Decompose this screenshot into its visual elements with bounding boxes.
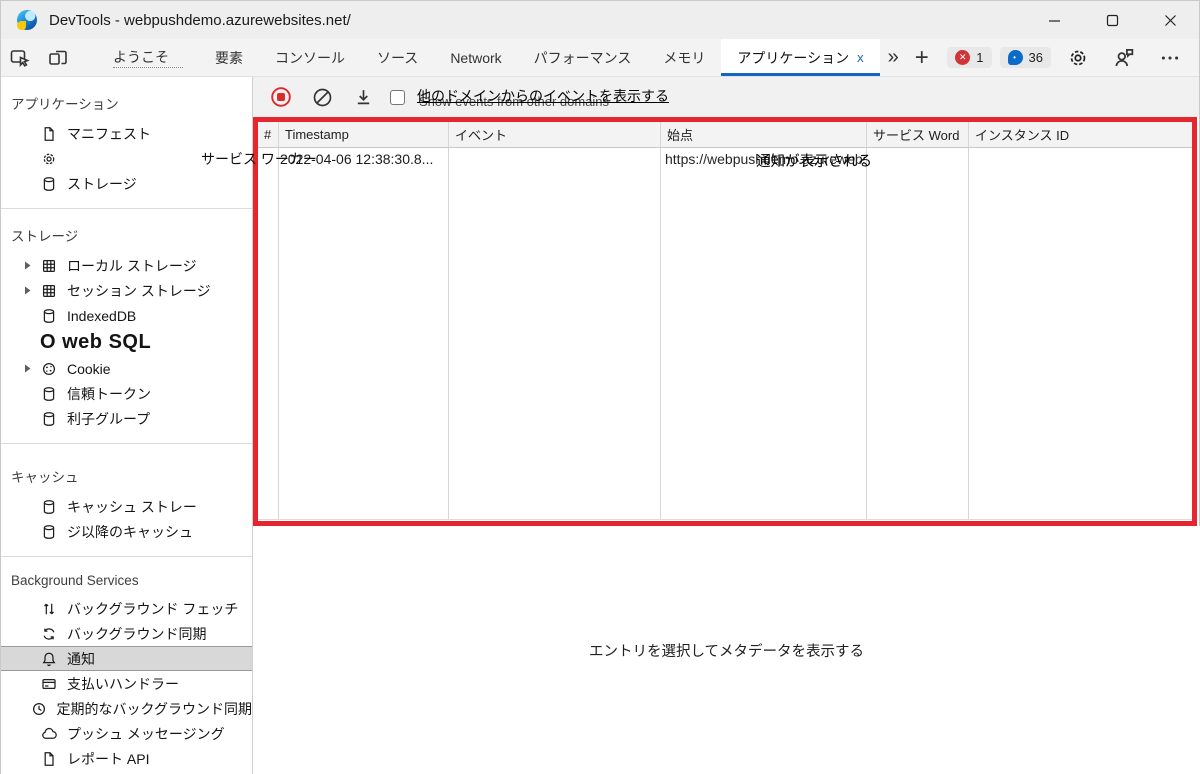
payment-card-icon <box>41 676 57 692</box>
notifications-panel: Show events from other domains 他のドメインからの… <box>253 77 1200 774</box>
application-panel-sidebar: アプリケーション マニフェスト ストレージ ストレージ ローカル ストレージ セ… <box>1 77 253 774</box>
settings-gear-icon[interactable] <box>1059 47 1097 69</box>
metadata-pane: エントリを選択してメタデータを表示する <box>253 526 1200 774</box>
sidebar-item-interest-groups[interactable]: 利子グループ <box>1 406 252 431</box>
clear-button[interactable] <box>312 87 333 108</box>
record-button[interactable] <box>270 86 292 108</box>
column-header-index[interactable]: # <box>258 122 279 147</box>
issues-count-badge[interactable]: • 36 <box>999 47 1051 68</box>
database-icon <box>41 411 57 427</box>
section-title: Background Services <box>11 573 139 588</box>
events-toolbar: Show events from other domains 他のドメインからの… <box>253 77 1199 117</box>
sidebar-item-cookies[interactable]: Cookie <box>1 356 252 381</box>
section-title: アプリケーション <box>11 97 119 112</box>
sidebar-item-session-storage[interactable]: セッション ストレージ <box>1 278 252 303</box>
tab-console[interactable]: コンソール <box>259 39 361 76</box>
sidebar-item-cache-storage[interactable]: キャッシュ ストレー <box>1 494 252 519</box>
chat-bubble-icon: • <box>1007 50 1023 65</box>
metadata-placeholder-text: エントリを選択してメタデータを表示する <box>588 643 865 660</box>
section-cache: キャッシュ キャッシュ ストレー ジ以降のキャッシュ <box>1 443 252 556</box>
close-button[interactable] <box>1141 1 1199 39</box>
document-icon <box>41 751 57 767</box>
show-other-domains-checkbox[interactable] <box>390 89 405 105</box>
section-application: アプリケーション マニフェスト ストレージ <box>1 77 252 208</box>
up-down-arrows-icon <box>41 601 57 617</box>
cloud-icon <box>41 726 57 742</box>
edge-logo-icon <box>17 10 37 30</box>
expand-triangle-icon[interactable] <box>23 364 41 373</box>
sidebar-item-indexeddb[interactable]: IndexedDB <box>1 303 252 328</box>
document-icon <box>41 126 57 142</box>
tab-elements[interactable]: 要素 <box>199 39 259 76</box>
sidebar-item-payment-handler[interactable]: 支払いハンドラー <box>1 671 252 696</box>
feedback-icon[interactable] <box>1105 47 1143 69</box>
table-grid-icon <box>41 258 57 274</box>
event-row-overlay-label: 通知が表示される <box>756 154 872 170</box>
sidebar-item-notifications[interactable]: 通知 <box>1 646 252 671</box>
inspect-element-icon[interactable] <box>1 39 39 76</box>
column-header-instance-id[interactable]: インスタンス ID <box>969 122 1192 147</box>
device-toolbar-icon[interactable] <box>39 39 77 76</box>
database-icon <box>41 176 57 192</box>
gear-icon <box>41 151 57 167</box>
sidebar-item-background-fetch[interactable]: バックグラウンド フェッチ <box>1 596 252 621</box>
tab-memory[interactable]: メモリ <box>647 39 721 76</box>
sidebar-item-local-storage[interactable]: ローカル ストレージ <box>1 253 252 278</box>
events-table-red-annotation: # Timestamp イベント 始点 サービス Word インスタンス ID … <box>253 117 1197 526</box>
sidebar-item-web-sql[interactable]: O web SQL <box>1 328 252 356</box>
more-options-icon[interactable] <box>1151 47 1189 69</box>
sidebar-item-background-sync[interactable]: バックグラウンド同期 <box>1 621 252 646</box>
column-header-origin[interactable]: 始点 <box>661 122 867 147</box>
sidebar-item-push-messaging[interactable]: プッシュ メッセージング <box>1 721 252 746</box>
sync-arrows-icon <box>41 626 57 642</box>
error-count-badge[interactable]: ✕ 1 <box>947 47 992 68</box>
section-title: ストレージ <box>11 229 79 244</box>
tab-close-icon[interactable]: x <box>857 50 864 65</box>
table-grid-icon <box>41 283 57 299</box>
window-title: DevTools - webpushdemo.azurewebsites.net… <box>49 11 351 29</box>
sidebar-item-trust-tokens[interactable]: 信頼トークン <box>1 381 252 406</box>
database-icon <box>41 308 57 324</box>
column-header-service-worker[interactable]: サービス Word <box>867 122 969 147</box>
sidebar-item-storage[interactable]: ストレージ <box>1 171 252 196</box>
more-tabs-chevron-icon[interactable]: » <box>880 39 907 76</box>
sidebar-item-periodic-background-sync[interactable]: 定期的なバックグラウンド同期 <box>1 696 252 721</box>
download-button[interactable] <box>353 87 374 108</box>
section-storage: ストレージ ローカル ストレージ セッション ストレージ IndexedDB O… <box>1 208 252 443</box>
minimize-button[interactable] <box>1025 1 1083 39</box>
expand-triangle-icon[interactable] <box>23 286 41 295</box>
database-icon <box>41 386 57 402</box>
bell-icon <box>41 651 57 667</box>
tab-performance[interactable]: パフォーマンス <box>518 39 648 76</box>
column-header-timestamp[interactable]: Timestamp <box>279 122 449 147</box>
events-table-body <box>258 148 1192 520</box>
sidebar-item-back-forward-cache[interactable]: ジ以降のキャッシュ <box>1 519 252 544</box>
tab-network[interactable]: Network <box>434 39 517 76</box>
section-title: キャッシュ <box>11 470 79 485</box>
clock-icon <box>31 701 47 717</box>
section-background-services: Background Services バックグラウンド フェッチ バックグラウ… <box>1 556 252 774</box>
events-table-header: # Timestamp イベント 始点 サービス Word インスタンス ID <box>258 122 1192 148</box>
expand-triangle-icon[interactable] <box>23 261 41 270</box>
sidebar-item-reporting-api[interactable]: レポート API <box>1 746 252 771</box>
cookie-icon <box>41 361 57 377</box>
tab-list: ようこそ 要素 コンソール ソース Network パフォーマンス メモリ アプ… <box>97 39 937 76</box>
devtools-window: サービス ワーカー DevTools - webpushdemo.azurewe… <box>0 0 1200 774</box>
sidebar-item-manifest[interactable]: マニフェスト <box>1 121 252 146</box>
tab-application[interactable]: アプリケーション x <box>721 39 880 76</box>
sidebar-item-service-worker-displaced-label: サービス ワーカー <box>201 151 317 167</box>
tab-sources[interactable]: ソース <box>361 39 434 76</box>
tab-welcome[interactable]: ようこそ <box>97 39 199 76</box>
add-tab-button[interactable]: + <box>907 39 937 76</box>
database-icon <box>41 499 57 515</box>
database-icon <box>41 524 57 540</box>
maximize-button[interactable] <box>1083 1 1141 39</box>
error-icon: ✕ <box>955 50 971 65</box>
checkbox-label[interactable]: 他のドメインからのイベントを表示する <box>417 88 669 104</box>
titlebar: DevTools - webpushdemo.azurewebsites.net… <box>1 1 1199 39</box>
devtools-tabbar: ようこそ 要素 コンソール ソース Network パフォーマンス メモリ アプ… <box>1 39 1199 77</box>
column-header-event[interactable]: イベント <box>449 122 661 147</box>
